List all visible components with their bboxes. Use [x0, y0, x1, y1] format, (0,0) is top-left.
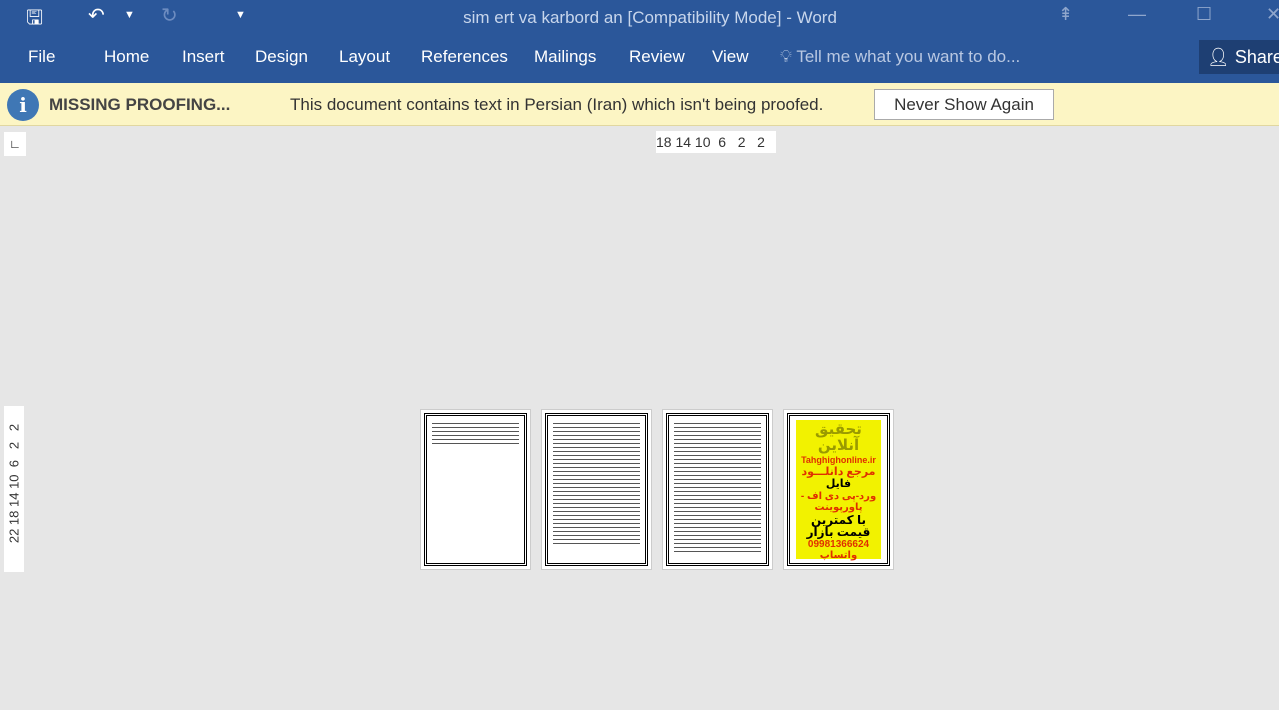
share-button[interactable]: 👤︎ Share [1199, 40, 1279, 74]
tab-insert[interactable]: Insert [182, 47, 225, 67]
advertisement-image: تحقیق آنلاین Tahghighonline.ir مرجع دانل… [796, 420, 881, 561]
tab-selector[interactable]: ∟ [4, 132, 26, 156]
page-thumbnail-2[interactable] [541, 409, 652, 570]
horizontal-ruler[interactable]: 18 14 10 6 2 2 [656, 131, 776, 153]
tab-mailings[interactable]: Mailings [534, 47, 596, 67]
tell-me-search[interactable]: 💡︎ Tell me what you want to do... [780, 47, 1020, 67]
vertical-ruler[interactable]: 22 18 14 10 6 2 2 [4, 406, 24, 572]
message-bar: i MISSING PROOFING... This document cont… [0, 83, 1279, 126]
tab-file[interactable]: File [28, 47, 55, 67]
page-thumbnail-1[interactable] [420, 409, 531, 570]
close-icon[interactable]: ✕ [1266, 4, 1279, 25]
message-text: This document contains text in Persian (… [290, 95, 824, 114]
window-title: sim ert va karbord an [Compatibility Mod… [463, 8, 837, 27]
never-show-again-button[interactable]: Never Show Again [874, 89, 1054, 120]
page-thumbnail-3[interactable] [662, 409, 773, 570]
tab-home[interactable]: Home [104, 47, 149, 67]
maximize-icon[interactable]: ☐ [1196, 4, 1212, 25]
tab-review[interactable]: Review [629, 47, 685, 67]
tab-references[interactable]: References [421, 47, 508, 67]
tab-view[interactable]: View [712, 47, 749, 67]
ribbon-display-options-icon[interactable]: ⇞ [1058, 4, 1073, 25]
lightbulb-icon: 💡︎ [780, 47, 797, 66]
page-thumbnail-4[interactable]: تحقیق آنلاین Tahghighonline.ir مرجع دانل… [783, 409, 894, 570]
minimize-icon[interactable]: — [1128, 4, 1146, 25]
add-person-icon: 👤︎ [1207, 47, 1235, 67]
message-title: MISSING PROOFING... [49, 95, 231, 114]
info-icon: i [7, 89, 39, 121]
title-bar: 🖫 ↶ ▼ ↻ ▼ sim ert va karbord an [Compati… [0, 0, 1279, 83]
tab-layout[interactable]: Layout [339, 47, 390, 67]
tab-design[interactable]: Design [255, 47, 308, 67]
